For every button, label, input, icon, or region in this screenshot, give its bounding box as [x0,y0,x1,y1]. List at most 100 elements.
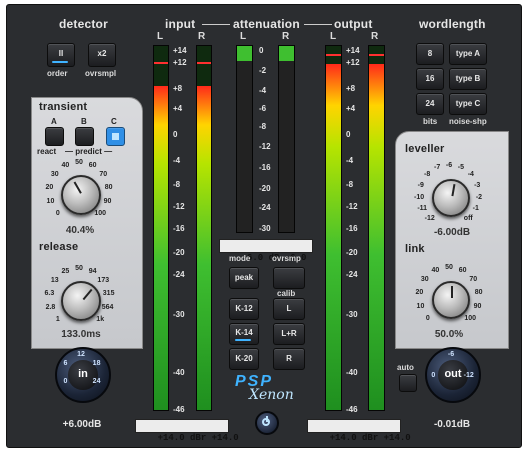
scale-tick: -2 [259,66,267,75]
input-meter-right [196,45,212,411]
leveller-knob[interactable] [432,179,470,217]
power-button[interactable] [255,411,279,435]
output-header: output [334,17,373,31]
scale-tick: +4 [173,104,183,113]
knob-scale-label: 100 [464,315,477,323]
header-divider [304,24,332,25]
power-icon-stem [266,416,268,422]
scale-tick: -8 [346,180,354,189]
knob-scale-label: -6 [447,351,455,358]
k14-button[interactable]: K-14 [229,323,259,345]
knob-scale-label: -4 [467,171,474,179]
transient-a-button[interactable] [45,127,64,146]
k14-indicator [235,339,251,341]
knob-scale-label: 0 [55,210,60,218]
knob-scale-label: -8 [424,171,431,179]
meter-fill [154,86,168,410]
transient-c-label: C [111,117,117,126]
ovrsmpl-label: ovrsmpl [85,69,117,78]
scale-tick: -12 [259,142,271,151]
calib-l-button[interactable]: L [273,298,305,320]
scale-tick: -4 [173,156,181,165]
output-readout: +14.0 dBr +14.0 [307,419,411,443]
scale-tick: 0 [346,130,351,139]
knob-pointer [451,285,453,298]
knob-scale-label: 1 [55,316,60,324]
scale-tick: -6 [259,104,267,113]
knob-scale-label: 0 [425,315,430,323]
output-meter-right [368,45,385,411]
link-knob[interactable] [432,281,470,319]
knob-scale-label: -12 [424,214,435,222]
scale-tick: -46 [346,405,358,414]
scale-tick: -40 [173,368,185,377]
scale-tick: -40 [346,368,358,377]
knob-scale-label: -5 [457,164,464,172]
scale-tick: +8 [346,84,356,93]
auto-label: auto [397,363,414,372]
peak-hold [326,54,341,56]
knob-scale-label: 2.8 [45,304,56,312]
knob-scale-label: 12 [77,351,85,358]
noise-shp-label: noise-shp [449,117,487,126]
knob-scale-label: 100 [94,210,107,218]
peak-button[interactable]: peak [229,267,259,289]
input-readout: +14.0 dBr +14.0 [135,419,239,443]
peak-hold [154,62,168,64]
scale-tick: -46 [173,405,185,414]
knob-scale-label: 94 [88,268,97,276]
output-meter-left [325,45,342,411]
knob-pointer [451,183,456,196]
release-value: 133.0ms [61,329,101,340]
bits-label: bits [423,117,438,126]
knob-scale-label: 10 [46,198,55,206]
scale-tick: -4 [346,156,354,165]
header-divider [202,24,230,25]
output-l-label: L [330,31,337,42]
calib-lr-button[interactable]: L+R [273,323,305,345]
transient-b-button[interactable] [75,127,94,146]
scale-tick: +14 [346,46,360,55]
input-l-label: L [157,31,164,42]
meter-fill [279,46,294,61]
calib-r-button[interactable]: R [273,348,305,370]
release-knob[interactable] [61,281,101,321]
type-c-button[interactable]: type C [449,93,487,115]
transient-c-button[interactable] [106,127,125,146]
input-header: input [165,17,196,31]
k20-button[interactable]: K-20 [229,348,259,370]
order-button[interactable]: II [47,43,75,67]
bits-16-button[interactable]: 16 [416,68,444,90]
auto-button[interactable] [399,374,417,392]
k12-button[interactable]: K-12 [229,298,259,320]
ovrsmpl-button[interactable]: x2 [88,43,116,67]
transient-knob[interactable] [61,175,101,215]
scale-tick: -12 [346,202,358,211]
scale-tick: -16 [259,163,271,172]
transient-b-label: B [81,117,87,126]
attenuation-meter-right [278,45,295,233]
knob-scale-label: 60 [458,267,467,275]
meter-fill [197,86,211,410]
knob-scale-label: 70 [99,171,108,179]
knob-scale-label: 90 [103,198,112,206]
scale-tick: -20 [173,248,185,257]
knob-scale-label: 6 [63,360,68,367]
link-value: 50.0% [434,329,464,340]
bits-24-button[interactable]: 24 [416,93,444,115]
type-a-button[interactable]: type A [449,43,487,65]
bits-8-button[interactable]: 8 [416,43,444,65]
ovrsmp-button[interactable] [273,267,305,289]
knob-scale-label: -9 [417,181,424,189]
knob-scale-label: 315 [102,290,115,298]
knob-scale-label: 6.3 [44,290,55,298]
scale-tick: -16 [346,224,358,233]
scale-tick: 0 [173,130,178,139]
type-b-button[interactable]: type B [449,68,487,90]
input-r-label: R [198,31,206,42]
knob-scale-label: -12 [463,372,474,380]
knob-pointer [82,288,93,300]
scale-tick: -16 [173,224,185,233]
transient-value: 40.4% [65,225,95,236]
knob-scale-label: 20 [45,184,54,192]
